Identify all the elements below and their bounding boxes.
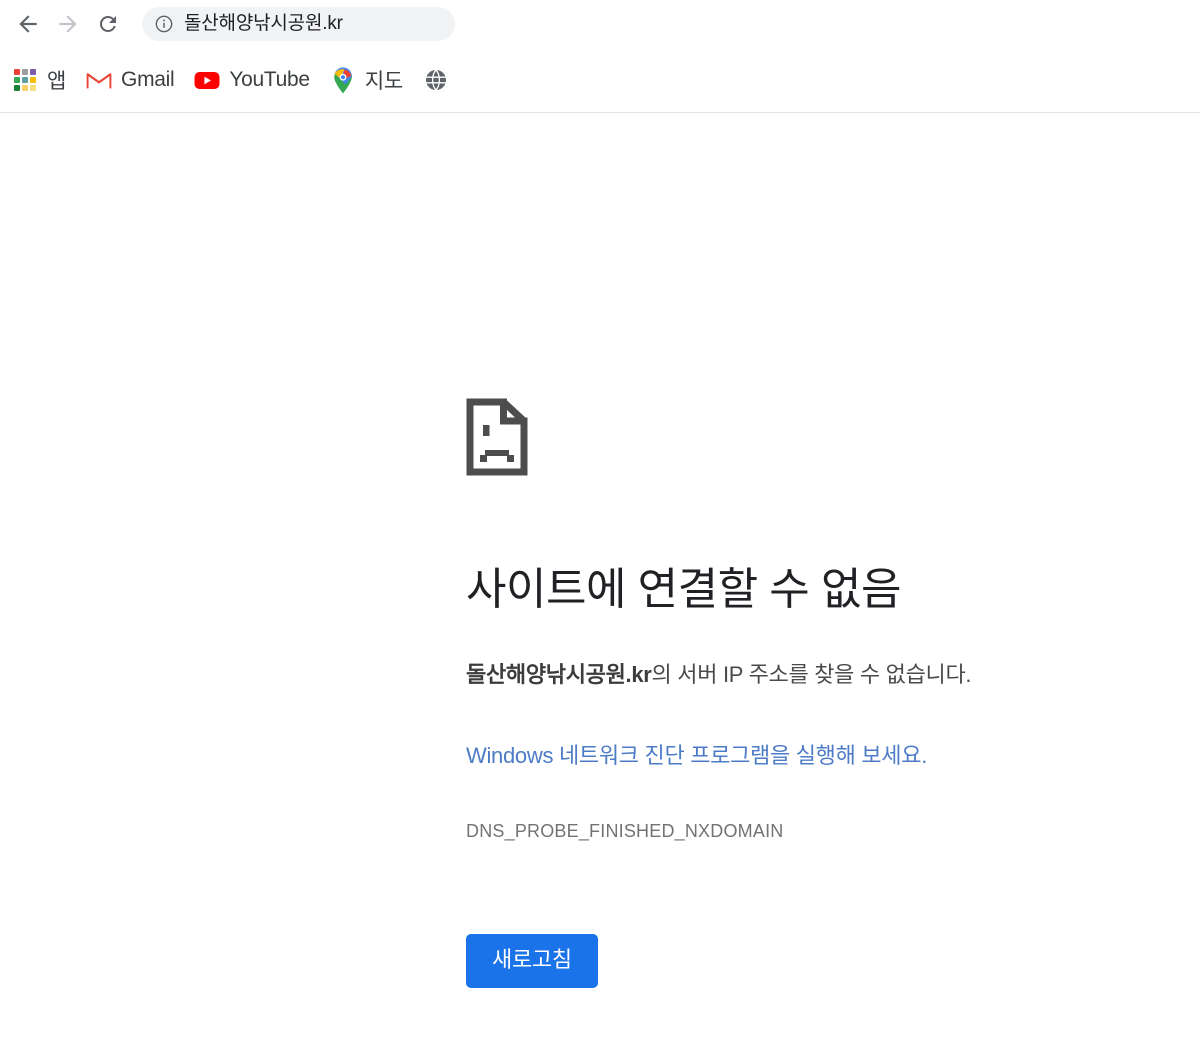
page-content: 사이트에 연결할 수 없음 돌산해양낚시공원.kr의 서버 IP 주소를 찾을 … — [0, 113, 1200, 1044]
bookmark-gmail[interactable]: Gmail — [76, 58, 184, 102]
back-button[interactable] — [8, 4, 48, 44]
address-bar[interactable]: 돌산해양낚시공원.kr — [142, 7, 455, 41]
bookmark-apps[interactable]: 앱 — [2, 58, 76, 102]
arrow-left-icon — [15, 11, 41, 37]
google-maps-pin-icon — [330, 66, 356, 93]
bookmark-label: 앱 — [47, 70, 67, 93]
error-summary-domain: 돌산해양낚시공원.kr — [466, 661, 652, 687]
globe-icon — [423, 67, 449, 93]
bookmark-label: YouTube — [229, 68, 310, 91]
error-summary-rest: 의 서버 IP 주소를 찾을 수 없습니다. — [651, 661, 972, 687]
error-code: DNS_PROBE_FINISHED_NXDOMAIN — [466, 820, 784, 841]
browser-toolbar: 돌산해양낚시공원.kr — [0, 0, 1200, 48]
bookmark-label: 지도 — [364, 70, 403, 93]
bookmarks-bar: 앱 Gmail YouTube 지도 — [0, 48, 1200, 113]
forward-button[interactable] — [48, 4, 88, 44]
bookmark-label: Gmail — [121, 68, 175, 91]
bookmark-youtube[interactable]: YouTube — [184, 58, 319, 102]
reload-button[interactable]: 새로고침 — [466, 933, 598, 988]
gmail-icon — [86, 67, 112, 93]
address-bar-url[interactable]: 돌산해양낚시공원.kr — [184, 13, 343, 35]
sad-page-icon — [466, 398, 1166, 481]
bookmark-maps[interactable]: 지도 — [320, 58, 413, 102]
page-title: 사이트에 연결할 수 없음 — [466, 565, 901, 614]
error-container: 사이트에 연결할 수 없음 돌산해양낚시공원.kr의 서버 IP 주소를 찾을 … — [466, 398, 1166, 988]
error-summary: 돌산해양낚시공원.kr의 서버 IP 주소를 찾을 수 없습니다. — [466, 660, 1166, 690]
network-diagnostics-link[interactable]: Windows 네트워크 진단 프로그램을 실행해 보세요. — [466, 741, 927, 771]
arrow-right-icon — [55, 11, 81, 37]
youtube-icon — [194, 67, 220, 93]
reload-toolbar-button[interactable] — [88, 4, 128, 44]
bookmark-globe[interactable] — [413, 58, 459, 102]
info-icon[interactable] — [154, 14, 174, 34]
apps-grid-icon — [12, 67, 38, 93]
reload-icon — [96, 12, 120, 36]
browser-chrome: 돌산해양낚시공원.kr 앱 Gmail YouTube 지도 — [0, 0, 1200, 113]
